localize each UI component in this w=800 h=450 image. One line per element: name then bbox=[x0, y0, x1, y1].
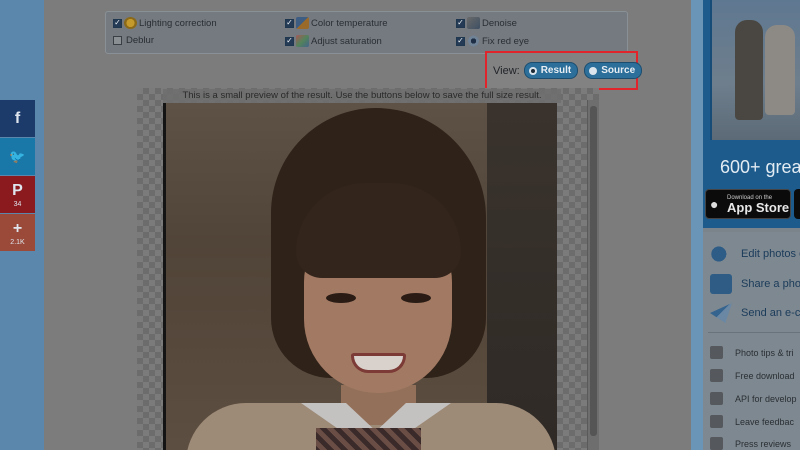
option-lighting-correction[interactable]: ✓ Lighting correction bbox=[113, 17, 217, 29]
sidebar-item-press-reviews[interactable]: Press reviews bbox=[710, 437, 791, 450]
sidebar-item-label: Leave feedbac bbox=[735, 416, 795, 427]
pinterest-count: 34 bbox=[13, 200, 22, 208]
twitter-share-button[interactable]: 🐦 bbox=[0, 138, 35, 175]
facebook-icon: f bbox=[14, 109, 21, 127]
sidebar-item-share-photo[interactable]: Share a phot bbox=[710, 274, 800, 294]
view-source-button[interactable]: Source bbox=[584, 62, 643, 79]
page-background-right bbox=[691, 0, 703, 450]
feedback-icon bbox=[710, 415, 723, 428]
option-deblur[interactable]: ✓ Deblur bbox=[113, 35, 154, 46]
sidebar-item-edit-photos[interactable]: Edit photos o bbox=[710, 244, 800, 264]
sidebar-item-send-ecard[interactable]: Send an e-ca bbox=[710, 303, 800, 323]
plus-icon: + bbox=[12, 219, 23, 237]
sidebar-item-label: Press reviews bbox=[735, 438, 792, 449]
promo-text: 600+ grea bbox=[720, 157, 800, 177]
option-label: Deblur bbox=[126, 35, 154, 46]
result-preview-image bbox=[163, 103, 557, 450]
pinterest-share-button[interactable]: P 34 bbox=[0, 176, 35, 213]
sidebar-item-photo-tips[interactable]: Photo tips & tri bbox=[710, 346, 794, 359]
lighting-icon bbox=[124, 17, 137, 29]
adjust-saturation-checkbox[interactable]: ✓ bbox=[285, 36, 294, 46]
view-label: View: bbox=[493, 64, 520, 77]
color-temperature-checkbox[interactable]: ✓ bbox=[285, 18, 294, 28]
preview-note: This is a small preview of the result. U… bbox=[163, 89, 561, 103]
scrollbar-thumb[interactable] bbox=[590, 106, 597, 436]
view-result-label: Result bbox=[540, 65, 572, 76]
pinterest-icon: P bbox=[12, 181, 23, 199]
sidebar-item-label: Send an e-ca bbox=[741, 307, 800, 319]
sidebar-item-api[interactable]: API for develop bbox=[710, 392, 797, 405]
option-denoise[interactable]: ✓ Denoise bbox=[456, 17, 517, 29]
sidebar-item-label: API for develop bbox=[735, 393, 797, 404]
color-temperature-icon bbox=[296, 17, 309, 29]
share-count: 2.1K bbox=[10, 238, 25, 246]
option-color-temperature[interactable]: ✓ Color temperature bbox=[285, 17, 388, 29]
option-adjust-saturation[interactable]: ✓ Adjust saturation bbox=[285, 35, 382, 47]
sidebar-item-label: Share a phot bbox=[741, 278, 800, 290]
denoise-checkbox[interactable]: ✓ bbox=[456, 18, 465, 28]
sidebar-item-label: Edit photos o bbox=[741, 248, 800, 260]
share-photo-icon bbox=[710, 274, 732, 294]
saturation-icon bbox=[296, 35, 309, 47]
eye-icon bbox=[467, 35, 480, 47]
promo-figure bbox=[735, 20, 763, 120]
more-share-button[interactable]: + 2.1K bbox=[0, 214, 35, 251]
sidebar-divider bbox=[708, 332, 800, 333]
denoise-icon bbox=[467, 17, 480, 29]
send-ecard-icon bbox=[710, 303, 732, 323]
view-source-label: Source bbox=[601, 65, 636, 76]
radio-unselected-icon bbox=[589, 66, 598, 75]
twitter-icon: 🐦 bbox=[9, 148, 26, 164]
facebook-share-button[interactable]: f bbox=[0, 100, 35, 137]
social-share-bar: f 🐦 P 34 + 2.1K bbox=[0, 100, 35, 252]
download-icon bbox=[710, 369, 723, 382]
tips-icon bbox=[710, 346, 723, 359]
option-label: Color temperature bbox=[311, 17, 388, 29]
sidebar-item-label: Photo tips & tri bbox=[735, 347, 794, 358]
option-label: Adjust saturation bbox=[311, 35, 382, 47]
deblur-checkbox[interactable]: ✓ bbox=[113, 36, 122, 45]
view-result-button[interactable]: Result bbox=[523, 62, 579, 79]
view-toggle-group: View: Result Source bbox=[485, 51, 643, 90]
sidebar-item-label: Free download bbox=[735, 370, 795, 381]
preview-scrollbar[interactable] bbox=[587, 100, 599, 450]
edit-photos-icon bbox=[710, 244, 732, 264]
sidebar-item-feedback[interactable]: Leave feedbac bbox=[710, 415, 794, 428]
option-label: Denoise bbox=[482, 17, 517, 29]
option-fix-red-eye[interactable]: ✓ Fix red eye bbox=[456, 35, 529, 47]
lighting-correction-checkbox[interactable]: ✓ bbox=[113, 18, 122, 28]
option-label: Fix red eye bbox=[482, 35, 529, 47]
google-play-button[interactable] bbox=[794, 189, 800, 219]
appstore-big-label: App Store bbox=[727, 199, 790, 215]
promo-figure bbox=[765, 25, 795, 115]
gear-icon bbox=[710, 392, 723, 405]
sidebar-item-free-download[interactable]: Free download bbox=[710, 369, 795, 382]
press-icon bbox=[710, 437, 723, 450]
app-store-button[interactable]: ● Download on the App Store bbox=[705, 189, 791, 219]
fix-red-eye-checkbox[interactable]: ✓ bbox=[456, 36, 465, 46]
option-label: Lighting correction bbox=[139, 17, 217, 29]
radio-selected-icon bbox=[528, 66, 537, 75]
apple-icon: ● bbox=[710, 196, 719, 212]
